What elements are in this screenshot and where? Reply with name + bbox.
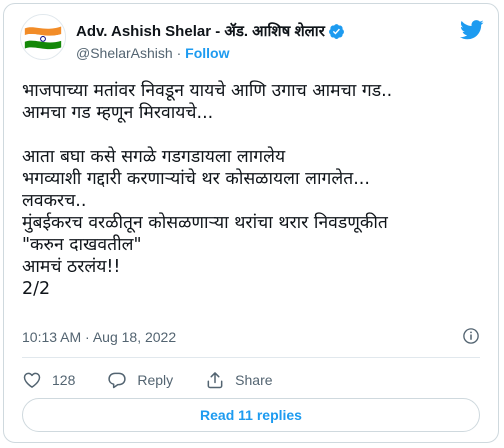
author-handle-row: @ShelarAshish · Follow — [76, 45, 229, 61]
share-label: Share — [235, 372, 273, 388]
tweet-actions: 128 Reply Share — [22, 370, 305, 390]
tweet-card: Adv. Ashish Shelar - ॲड. आशिष शेलार @She… — [3, 3, 499, 443]
tweet-text: भाजपाच्या मतांवर निवडून यायचे आणि उगाच आ… — [22, 81, 393, 299]
separator-dot: · — [176, 45, 182, 61]
reply-button[interactable]: Reply — [107, 370, 173, 390]
tricolor-flag-avatar — [21, 15, 65, 59]
follow-button[interactable]: Follow — [185, 45, 229, 61]
reply-label: Reply — [137, 372, 174, 388]
verified-badge-icon — [328, 23, 344, 39]
reply-icon — [108, 372, 127, 389]
tweet-timestamp[interactable]: 10:13 AM · Aug 18, 2022 — [22, 329, 176, 345]
author-handle[interactable]: @ShelarAshish — [76, 45, 173, 61]
read-replies-button[interactable]: Read 11 replies — [22, 398, 480, 432]
author-name-row[interactable]: Adv. Ashish Shelar - ॲड. आशिष शेलार — [76, 21, 345, 41]
like-button[interactable]: 128 — [22, 370, 75, 390]
avatar[interactable] — [20, 14, 66, 60]
divider — [22, 357, 480, 358]
twitter-bird-icon[interactable] — [460, 20, 484, 40]
share-icon — [207, 372, 223, 389]
author-display-name[interactable]: Adv. Ashish Shelar - ॲड. आशिष शेलार — [76, 21, 325, 41]
share-button[interactable]: Share — [205, 370, 273, 390]
like-count: 128 — [52, 372, 76, 388]
heart-icon — [23, 372, 41, 388]
info-icon[interactable] — [462, 327, 480, 345]
